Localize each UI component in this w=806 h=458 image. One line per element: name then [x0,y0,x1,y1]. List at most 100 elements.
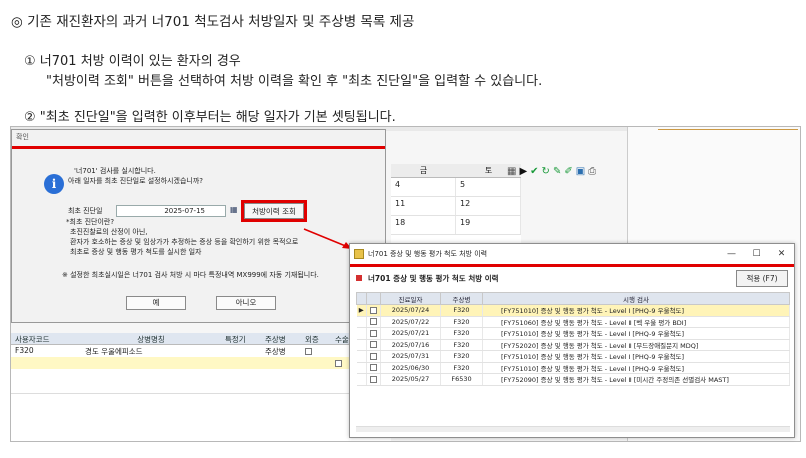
window-titlebar: 너701 증상 및 행동 평가 척도 처방 이력 — ☐ ✕ [350,244,794,264]
row-pointer-icon [356,350,367,363]
row-checkbox[interactable] [370,375,377,383]
history-row[interactable]: 2025/07/16 F320 [FY752020] 증상 및 행동 평가 척도 -… [356,339,790,351]
history-date: 2025/07/22 [380,316,441,328]
history-test: [FY752090] 증상 및 행동 평가 척도 - Level Ⅱ [미시간 … [482,373,790,386]
calendar-cell[interactable]: 18 [391,216,456,234]
calendar-icon[interactable]: ▦ [507,165,516,179]
column-header-diagnosis: 주상병 [440,292,483,305]
app-toolbar: ▦ ▶ ✔ ↻ ✎ ✐ ▣ ⎙ [503,164,633,180]
refresh-icon[interactable]: ↻ [542,165,550,179]
history-diagnosis-code: F320 [440,350,483,363]
history-test: [FY751010] 증상 및 행동 평가 척도 - Level Ⅰ [PHQ-… [482,304,790,317]
grid-checkbox[interactable] [335,359,342,367]
pin-icon[interactable]: ✎ [553,165,561,179]
dialog-title: 확인 [16,133,29,141]
yes-button[interactable]: 예 [126,296,186,310]
history-test: [FY752020] 증상 및 행동 평가 척도 - Level Ⅱ [무드장애… [482,339,790,351]
calendar-cell[interactable]: 12 [456,197,521,215]
calendar-cell[interactable]: 11 [391,197,456,215]
history-button-highlight: 처방이력 조회 [241,200,307,222]
first-diagnosis-label: 최초 진단일 [68,207,103,215]
apply-button[interactable]: 적용 (F7) [736,269,788,287]
no-button[interactable]: 아니오 [216,296,276,310]
row-pointer-icon [356,327,367,340]
horizontal-scrollbar[interactable] [356,426,790,432]
page-title: ◎ 기존 재진환자의 과거 너701 척도검사 처방일자 및 주상병 목록 제공 [11,14,415,30]
first-diagnosis-date-input[interactable]: 2025-07-15 [116,205,226,217]
right-panel-header [658,129,798,130]
row-checkbox[interactable] [370,352,377,360]
dialog-footnote: ※ 설정한 최초실시일은 너701 검사 처방 시 마다 특정내역 MX999에… [62,271,319,279]
grid-checkbox[interactable] [305,347,312,355]
info-icon: i [44,174,64,194]
print-icon[interactable]: ⎙ [588,165,596,179]
calendar-picker-icon[interactable]: ▦ [230,205,238,214]
prescription-history-window: 너701 증상 및 행동 평가 척도 처방 이력 — ☐ ✕ 너701 증상 및… [349,243,795,438]
history-date: 2025/05/27 [380,373,441,386]
close-icon[interactable]: ✕ [769,249,794,259]
history-test: [FY751010] 증상 및 행동 평가 척도 - Level Ⅰ [PHQ-… [482,362,790,374]
calendar-cell[interactable]: 19 [456,216,521,234]
dialog-message-2: 아래 일자를 최초 진단일로 설정하시겠습니까? [68,177,203,185]
history-diagnosis-code: F320 [440,339,483,351]
row-pointer-icon [356,316,367,328]
row-indicator-header [356,292,367,305]
note-item-1-detail: "처방이력 조회" 버튼을 선택하여 처방 이력을 확인 후 "최초 진단일"을… [46,74,543,89]
history-row[interactable]: 2025/07/31 F320 [FY751010] 증상 및 행동 평가 척도 -… [356,350,790,363]
column-header-date: 진료일자 [380,292,441,305]
play-icon[interactable]: ▶ [519,165,527,179]
row-checkbox[interactable] [370,364,377,372]
minimize-icon[interactable]: — [719,249,744,259]
history-row[interactable]: 2025/07/22 F320 [FY751060] 증상 및 행동 평가 척도 -… [356,316,790,328]
history-test: [FY751060] 증상 및 행동 평가 척도 - Level Ⅱ [벡 우울… [482,316,790,328]
grid-header: 주상병 [265,335,286,344]
calendar-cell[interactable]: 4 [391,178,456,196]
highlight-line [12,146,385,149]
note-item-2: ② "최초 진단일"을 입력한 이후부터는 해당 일자가 기본 셋팅됩니다. [24,110,396,125]
grid-header: 특정기 [225,335,246,344]
grid-header: 상병명칭 [137,335,165,344]
save-icon[interactable]: ▣ [576,165,585,179]
prescription-history-button[interactable]: 처방이력 조회 [244,203,304,219]
maximize-icon[interactable]: ☐ [744,249,769,259]
history-date: 2025/07/24 [380,304,441,317]
history-date: 2025/07/21 [380,327,441,340]
history-row[interactable]: 2025/07/21 F320 [FY751010] 증상 및 행동 평가 척도 -… [356,327,790,340]
history-diagnosis-code: F320 [440,304,483,317]
grid-row-empty[interactable] [11,357,391,369]
history-row[interactable]: ▶ 2025/07/24 F320 [FY751010] 증상 및 행동 평가 척도 … [356,304,790,317]
history-diagnosis-code: F320 [440,316,483,328]
history-row[interactable]: 2025/05/27 F6530 [FY752090] 증상 및 행동 평가 척도 … [356,373,790,386]
calendar-day-header: 금 [419,166,428,175]
help-line-3: 최초로 증상 및 행동 평가 척도를 실시한 일자 [70,248,202,256]
column-header-test: 시행 검사 [482,292,790,305]
grid-header: 사용자코드 [15,335,50,344]
help-line-1: 초진진찰료의 산정이 아닌, [70,228,148,236]
row-checkbox[interactable] [370,306,377,314]
app-bottom-area [11,393,391,441]
note-item-1: ① 너701 처방 이력이 있는 환자의 경우 [24,54,241,69]
help-line-2: 환자가 호소하는 증상 및 임상가가 추정하는 증상 등을 확인하기 위한 목적… [70,238,299,246]
history-date: 2025/07/16 [380,339,441,351]
history-row[interactable]: 2025/06/30 F320 [FY751010] 증상 및 행동 평가 척도 -… [356,362,790,374]
history-test: [FY751010] 증상 및 행동 평가 척도 - Level Ⅰ [PHQ-… [482,327,790,340]
row-checkbox[interactable] [370,341,377,349]
window-title: 너701 증상 및 행동 평가 척도 처방 이력 [368,250,488,258]
dialog-message-1: '너701' 검사를 실시합니다. [74,167,156,175]
history-date: 2025/06/30 [380,362,441,374]
edit-icon[interactable]: ✐ [564,165,572,179]
history-table: 진료일자 주상병 시행 검사 ▶ 2025/07/24 F320 [FY751010]… [356,292,790,386]
history-test: [FY751010] 증상 및 행동 평가 척도 - Level Ⅰ [PHQ-… [482,350,790,363]
row-checkbox[interactable] [370,329,377,337]
row-pointer-icon: ▶ [356,304,367,317]
check-icon[interactable]: ✔ [530,165,538,179]
app-icon [354,249,364,259]
diagnosis-grid: 사용자코드 상병명칭 특정기 주상병 외증 수술 F320 경도 우울에피소드 … [11,333,391,393]
grid-row[interactable]: F320 경도 우울에피소드 주상병 [11,345,391,357]
row-pointer-icon [356,362,367,374]
help-question: *최초 진단이란? [66,218,115,226]
checkbox-header [366,292,381,305]
history-diagnosis-code: F6530 [440,373,483,386]
calendar-cell[interactable]: 5 [456,178,521,196]
row-checkbox[interactable] [370,318,377,326]
